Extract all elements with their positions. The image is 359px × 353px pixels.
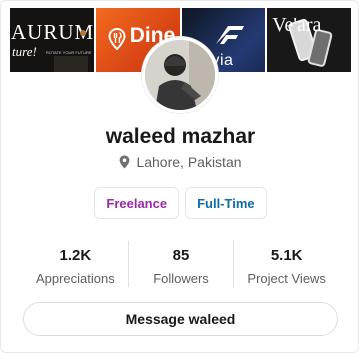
- location-pin-logo-icon: [108, 28, 126, 50]
- profile-location: Lahore, Pakistan: [1, 154, 358, 170]
- project-cover-veara[interactable]: Ve'ara: [267, 8, 351, 72]
- tag-freelance[interactable]: Freelance: [94, 187, 180, 219]
- stat-value: 85: [172, 247, 190, 264]
- brand-mark-icon: [215, 26, 244, 44]
- location-text: Lahore, Pakistan: [136, 154, 242, 170]
- stat-project-views: 5.1K Project Views: [233, 241, 339, 287]
- profile-stats: 1.2K Appreciations 85 Followers 5.1K Pro…: [23, 241, 339, 287]
- map-pin-icon: [120, 155, 130, 169]
- avatar[interactable]: [142, 37, 218, 113]
- project-cover-aurum[interactable]: AURUM. ture! ROTATE YOUR FUTURE: [10, 8, 94, 72]
- avatar-image: [145, 40, 215, 110]
- stat-label: Followers: [153, 271, 209, 286]
- tag-full-time[interactable]: Full-Time: [185, 187, 267, 219]
- cover-graphic: [80, 30, 86, 36]
- profile-name: waleed mazhar: [105, 125, 256, 148]
- stat-value: 5.1K: [270, 247, 303, 264]
- message-button[interactable]: Message waleed: [23, 302, 338, 336]
- stat-label: Appreciations: [35, 271, 115, 286]
- stat-label: Project Views: [247, 271, 326, 286]
- cover-tagline: ROTATE YOUR FUTURE: [46, 50, 92, 55]
- cover-subtitle: ture!: [12, 44, 37, 59]
- stat-value: 1.2K: [59, 247, 92, 264]
- stat-appreciations: 1.2K Appreciations: [23, 241, 128, 287]
- stat-followers[interactable]: 85 Followers: [127, 241, 234, 287]
- cover-graphic: [54, 56, 88, 72]
- availability-tags: Freelance Full-Time: [1, 187, 358, 219]
- cover-title: Ve'ara: [272, 14, 322, 36]
- profile-card: AURUM. ture! ROTATE YOUR FUTURE Dine Din…: [0, 0, 359, 353]
